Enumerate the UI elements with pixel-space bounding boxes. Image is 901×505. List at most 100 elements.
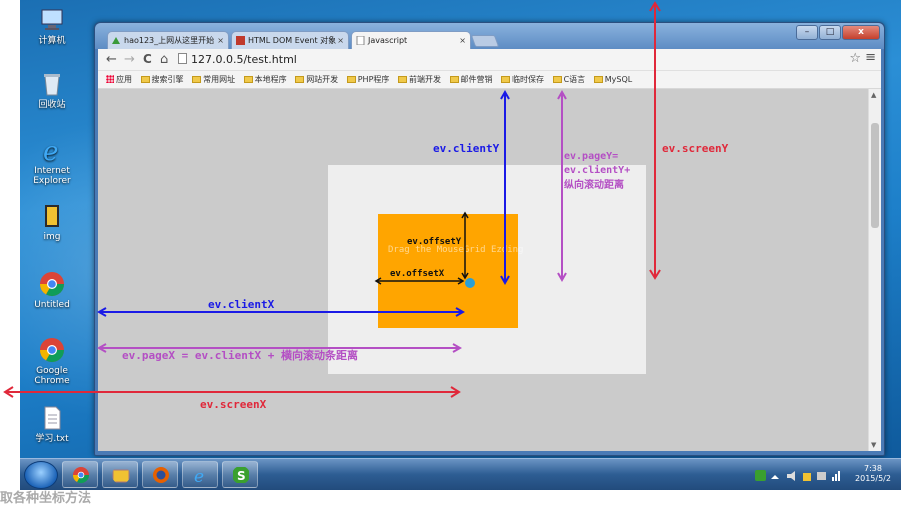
flag-icon	[803, 473, 811, 481]
close-button[interactable]: x	[842, 25, 880, 40]
tab-close-icon[interactable]: ×	[217, 32, 224, 49]
system-tray	[755, 468, 845, 482]
faint-page-text: Drag the MouseGrid Ezding	[388, 245, 524, 255]
desktop-icon-label: 学习.txt	[35, 434, 69, 444]
tab-label: Javascript	[368, 36, 408, 45]
folder-icon	[449, 76, 459, 83]
bookmark-star-icon[interactable]: ☆	[849, 51, 861, 66]
clock-date: 2015/5/2	[855, 474, 891, 483]
reload-button[interactable]: C	[143, 52, 152, 67]
folder-icon	[501, 76, 511, 83]
folder-icon	[552, 76, 562, 83]
taskbar-sogou[interactable]: S	[222, 461, 258, 488]
tray-icons	[755, 470, 840, 481]
apps-icon	[106, 75, 114, 83]
page-icon	[356, 36, 365, 45]
bookmark-apps[interactable]: 应用	[106, 71, 132, 88]
internet-explorer-icon: e	[194, 467, 204, 484]
scroll-up-icon[interactable]: ▲	[871, 91, 876, 99]
bookmark-folder[interactable]: C语言	[552, 71, 585, 88]
clock[interactable]: 7:38 2015/5/2	[851, 464, 895, 484]
desktop-icon-text-file[interactable]: 学习.txt	[26, 404, 78, 444]
folder-icon	[45, 205, 59, 227]
folder-icon	[140, 76, 150, 83]
bookmark-folder[interactable]: 邮件营销	[449, 71, 493, 88]
bookmark-folder[interactable]: 搜索引擎	[140, 71, 184, 88]
page-icon	[178, 53, 187, 64]
w3school-icon	[236, 36, 245, 45]
svg-text:S: S	[237, 469, 246, 483]
taskbar: e S 7:38 2015/5/2	[20, 458, 901, 490]
internet-explorer-icon: e	[43, 137, 58, 164]
forward-button[interactable]: →	[124, 52, 135, 67]
bookmark-folder[interactable]: MySQL	[593, 71, 632, 88]
orange-box[interactable]	[378, 214, 518, 328]
taskbar-firefox[interactable]	[142, 461, 178, 488]
tab-close-icon[interactable]: ×	[459, 32, 466, 49]
volume-icon	[787, 471, 795, 481]
clock-time: 7:38	[864, 464, 882, 473]
sogou-tray-icon	[755, 470, 766, 481]
desktop-icon-untitled[interactable]: Untitled	[26, 270, 78, 310]
network-icon	[817, 472, 826, 480]
folder-icon	[243, 76, 253, 83]
text-file-icon	[44, 406, 61, 430]
recycle-bin-icon	[44, 74, 60, 96]
figure-caption: 取各种坐标方法	[0, 491, 92, 505]
tab-html-dom-event[interactable]: HTML DOM Event 对象 ×	[231, 31, 349, 49]
mouse-point-dot	[465, 278, 475, 288]
tab-hao123[interactable]: hao123_上网从这里开始 ×	[107, 31, 229, 49]
desktop-icon-google-chrome[interactable]: Google Chrome	[26, 336, 78, 386]
sogou-icon: S	[233, 467, 249, 483]
chrome-icon	[39, 338, 64, 363]
desktop-icon-computer[interactable]: 计算机	[26, 6, 78, 46]
desktop-icon-internet-explorer[interactable]: e Internet Explorer	[26, 136, 78, 186]
bookmark-folder[interactable]: 本地程序	[243, 71, 287, 88]
folder-icon	[346, 76, 356, 83]
start-button[interactable]	[24, 461, 58, 489]
signal-icon	[832, 477, 834, 481]
minimize-button[interactable]: –	[796, 25, 818, 40]
bookmark-folder[interactable]: 常用网址	[192, 71, 235, 88]
bookmark-folder[interactable]: 网站开发	[295, 71, 338, 88]
firefox-icon	[153, 467, 169, 483]
chrome-icon	[39, 272, 64, 297]
taskbar-file-explorer[interactable]	[102, 461, 138, 488]
desktop-icon-label: img	[43, 232, 61, 242]
tab-label: hao123_上网从这里开始	[124, 36, 215, 45]
bookmarks-bar: 应用 搜索引擎 常用网址 本地程序 网站开发 PHP程序 前端开发 邮件营销 临…	[98, 71, 881, 89]
folder-icon	[295, 76, 305, 83]
home-button[interactable]: ⌂	[160, 52, 168, 67]
window-controls: – □ x	[796, 25, 880, 40]
taskbar-chrome[interactable]	[62, 461, 98, 488]
desktop-icon-recycle-bin[interactable]: 回收站	[26, 70, 78, 110]
new-tab-button[interactable]	[470, 35, 500, 47]
url-text: 127.0.0.5/test.html	[191, 53, 297, 66]
vertical-scrollbar[interactable]: ▲ ▼	[868, 89, 881, 451]
scroll-down-icon[interactable]: ▼	[871, 441, 876, 449]
bookmark-folder[interactable]: 临时保存	[501, 71, 544, 88]
maximize-button[interactable]: □	[819, 25, 841, 40]
folder-icon	[593, 76, 603, 83]
address-bar[interactable]: 127.0.0.5/test.html	[178, 52, 778, 67]
desktop-icon-label: 计算机	[38, 36, 66, 46]
scrollbar-thumb[interactable]	[871, 123, 879, 228]
page-viewport: Drag the MouseGrid Ezding	[98, 89, 868, 451]
computer-icon	[41, 9, 63, 30]
desktop-icon-label: Internet Explorer	[33, 166, 71, 186]
tab-close-icon[interactable]: ×	[337, 32, 344, 49]
folder-icon	[192, 76, 202, 83]
svg-text:e: e	[194, 467, 204, 484]
bookmark-folder[interactable]: PHP程序	[346, 71, 389, 88]
tab-javascript[interactable]: Javascript ×	[351, 31, 471, 49]
tab-label: HTML DOM Event 对象	[248, 36, 337, 45]
back-button[interactable]: ←	[106, 52, 117, 67]
title-bar: hao123_上网从这里开始 × HTML DOM Event 对象 × Jav…	[95, 23, 884, 49]
taskbar-internet-explorer[interactable]: e	[182, 461, 218, 488]
folder-icon	[397, 76, 407, 83]
bookmark-folder[interactable]: 前端开发	[397, 71, 441, 88]
show-hidden-icons-icon	[771, 475, 779, 479]
desktop-icon-img[interactable]: img	[26, 202, 78, 242]
menu-icon[interactable]: ≡	[865, 50, 876, 65]
desktop-icon-label: Untitled	[34, 300, 70, 310]
